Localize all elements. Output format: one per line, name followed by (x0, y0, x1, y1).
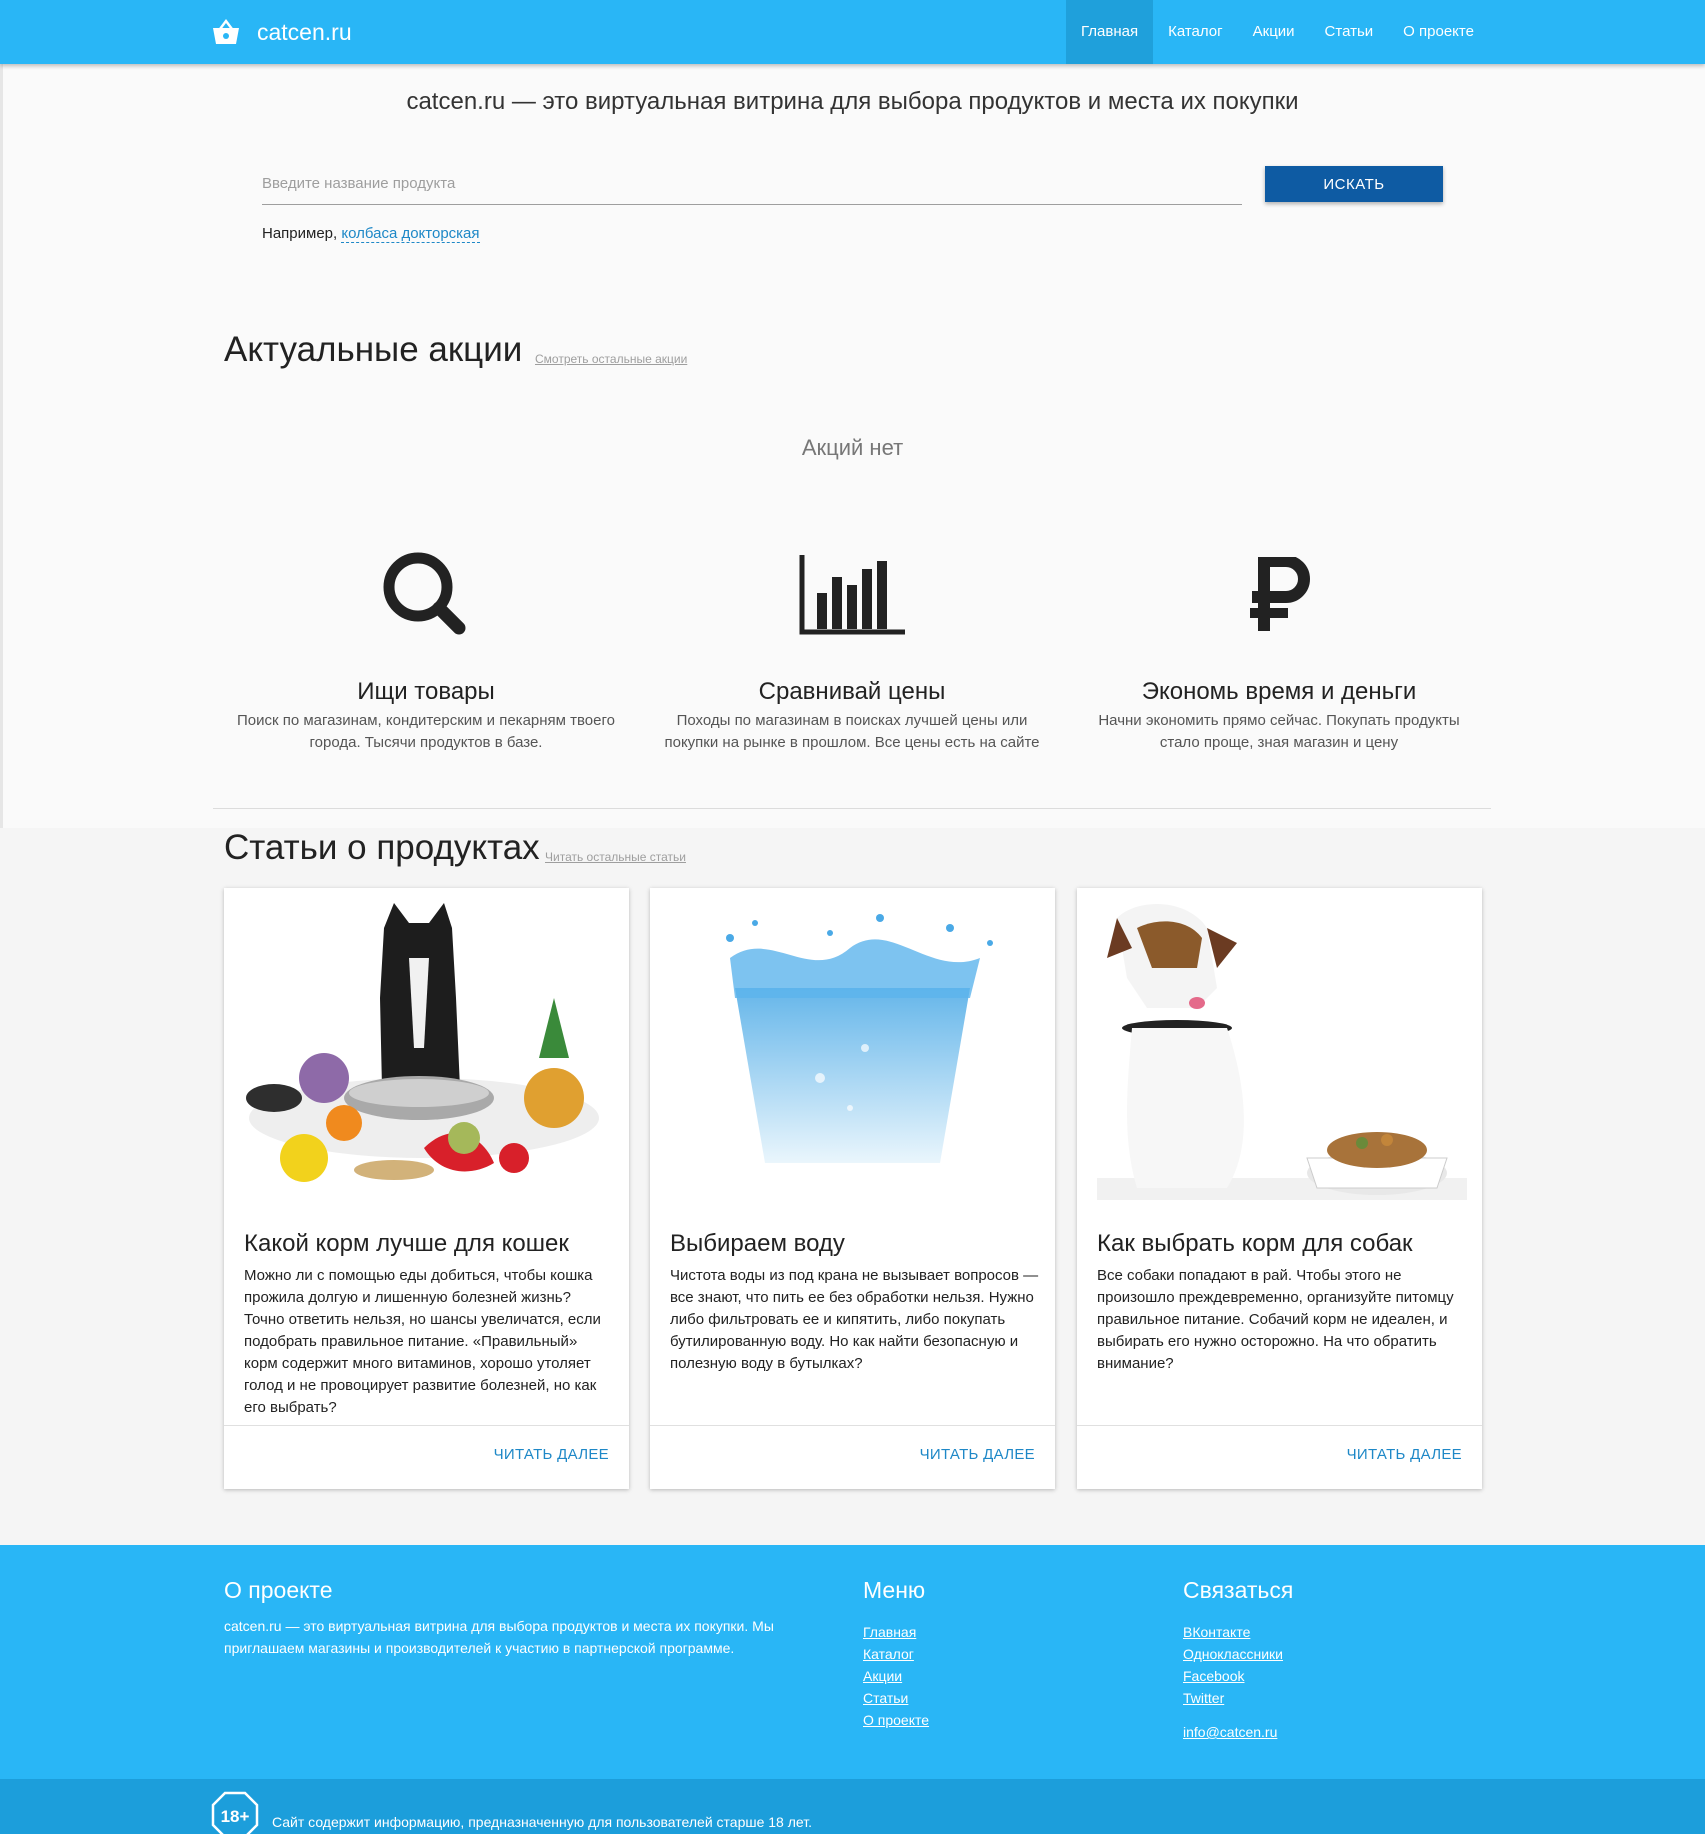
feature-search: Ищи товары Поиск по магазинам, кондитерс… (226, 550, 626, 751)
feature-title: Экономь время и деньги (1141, 678, 1417, 705)
article-title[interactable]: Какой корм лучше для кошек (244, 1230, 569, 1258)
article-image[interactable] (224, 888, 629, 1200)
article-card: Выбираем воду Чистота воды из под крана … (650, 888, 1055, 1489)
footer-link-home[interactable]: Главная (863, 1624, 916, 1640)
feature-title: Сравнивай цены (758, 678, 946, 705)
ruble-icon (1250, 557, 1310, 631)
feature-compare: Сравнивай цены Походы по магазинам в пои… (652, 550, 1052, 751)
nav-item-catalog[interactable]: Каталог (1153, 0, 1238, 64)
feature-text: Поиск по магазинам, кондитерским и пекар… (237, 712, 615, 751)
basket-icon (213, 19, 239, 44)
contact-link-twitter[interactable]: Twitter (1183, 1690, 1224, 1706)
section-divider (213, 808, 1491, 809)
page-tagline: catcen.ru — это виртуальная витрина для … (406, 88, 1299, 115)
article-card: Как выбрать корм для собак Все собаки по… (1077, 888, 1482, 1489)
feature-save: Экономь время и деньги Начни экономить п… (1079, 550, 1479, 751)
bar-chart-icon (799, 555, 905, 635)
article-excerpt: Чистота воды из под крана не вызывает во… (670, 1267, 1039, 1372)
footer-contact-title: Связаться (1183, 1577, 1294, 1603)
nav-item-articles[interactable]: Статьи (1310, 0, 1389, 64)
read-more-button[interactable]: ЧИТАТЬ ДАЛЕЕ (494, 1446, 609, 1463)
article-actions: ЧИТАТЬ ДАЛЕЕ (650, 1425, 1055, 1489)
footer-menu: Главная Каталог Акции Статьи О проекте (863, 1621, 929, 1731)
articles-title: Статьи о продуктах (224, 828, 540, 867)
footer-link-articles[interactable]: Статьи (863, 1690, 908, 1706)
example-link[interactable]: колбаса докторская (341, 225, 480, 243)
age-notice-bar: 18+ Сайт содержит информацию, предназнач… (0, 1779, 1705, 1834)
article-excerpt: Можно ли с помощью еды добиться, чтобы к… (244, 1267, 601, 1416)
contact-link-facebook[interactable]: Facebook (1183, 1668, 1244, 1684)
age-notice-text: Сайт содержит информацию, предназначенну… (272, 1814, 812, 1830)
footer-link-promos[interactable]: Акции (863, 1668, 902, 1684)
cat-with-vegetables-image (224, 888, 629, 1200)
footer-link-about[interactable]: О проекте (863, 1712, 929, 1728)
read-more-button[interactable]: ЧИТАТЬ ДАЛЕЕ (1347, 1446, 1462, 1463)
nav-item-promos[interactable]: Акции (1238, 0, 1310, 64)
brand-name: catcen.ru (257, 18, 352, 45)
search-icon (383, 552, 466, 635)
footer-contacts: ВКонтакте Одноклассники Facebook Twitter (1183, 1621, 1283, 1709)
article-excerpt: Все собаки попадают в рай. Чтобы этого н… (1097, 1267, 1454, 1372)
feature-text: Начни экономить прямо сейчас. Покупать п… (1098, 712, 1460, 751)
age-restriction-icon: 18+ (211, 1791, 259, 1834)
footer-about-title: О проекте (224, 1577, 333, 1603)
article-image[interactable] (650, 888, 1055, 1200)
nav-item-home[interactable]: Главная (1066, 0, 1154, 64)
footer-link-catalog[interactable]: Каталог (863, 1646, 914, 1662)
footer-menu-title: Меню (863, 1577, 926, 1603)
promos-more-link[interactable]: Смотреть остальные акции (535, 352, 687, 366)
contact-link-vk[interactable]: ВКонтакте (1183, 1624, 1250, 1640)
search-input[interactable] (262, 163, 1242, 205)
article-actions: ЧИТАТЬ ДАЛЕЕ (224, 1425, 629, 1489)
article-title[interactable]: Выбираем воду (670, 1230, 845, 1258)
no-promos-text: Акций нет (801, 435, 904, 460)
article-image[interactable] (1077, 888, 1482, 1200)
article-title[interactable]: Как выбрать корм для собак (1097, 1230, 1413, 1258)
brand-logo-link[interactable]: catcen.ru (211, 16, 352, 48)
nav-item-about[interactable]: О проекте (1388, 0, 1489, 64)
articles-more-link[interactable]: Читать остальные статьи (545, 850, 686, 864)
main-nav: Главная Каталог Акции Статьи О проекте (1066, 0, 1489, 64)
top-navbar: catcen.ru Главная Каталог Акции Статьи О… (0, 0, 1705, 64)
feature-text: Походы по магазинам в поисках лучшей цен… (664, 712, 1040, 751)
footer: О проекте catcen.ru — это виртуальная ви… (0, 1545, 1705, 1779)
article-card: Какой корм лучше для кошек Можно ли с по… (224, 888, 629, 1489)
contact-email-link[interactable]: info@catcen.ru (1183, 1724, 1277, 1740)
search-example: Например, колбаса докторская (262, 225, 480, 243)
read-more-button[interactable]: ЧИТАТЬ ДАЛЕЕ (920, 1446, 1035, 1463)
promos-title: Актуальные акции (224, 330, 523, 369)
glass-of-water-image (650, 888, 1055, 1200)
dog-with-food-bowl-image (1077, 888, 1482, 1200)
age-badge-text: 18+ (221, 1807, 250, 1826)
contact-link-ok[interactable]: Одноклассники (1183, 1646, 1283, 1662)
feature-title: Ищи товары (357, 678, 495, 705)
example-prefix: Например, (262, 225, 338, 242)
article-actions: ЧИТАТЬ ДАЛЕЕ (1077, 1425, 1482, 1489)
footer-about-text: catcen.ru — это виртуальная витрина для … (224, 1618, 774, 1656)
search-button[interactable]: ИСКАТЬ (1265, 166, 1443, 202)
